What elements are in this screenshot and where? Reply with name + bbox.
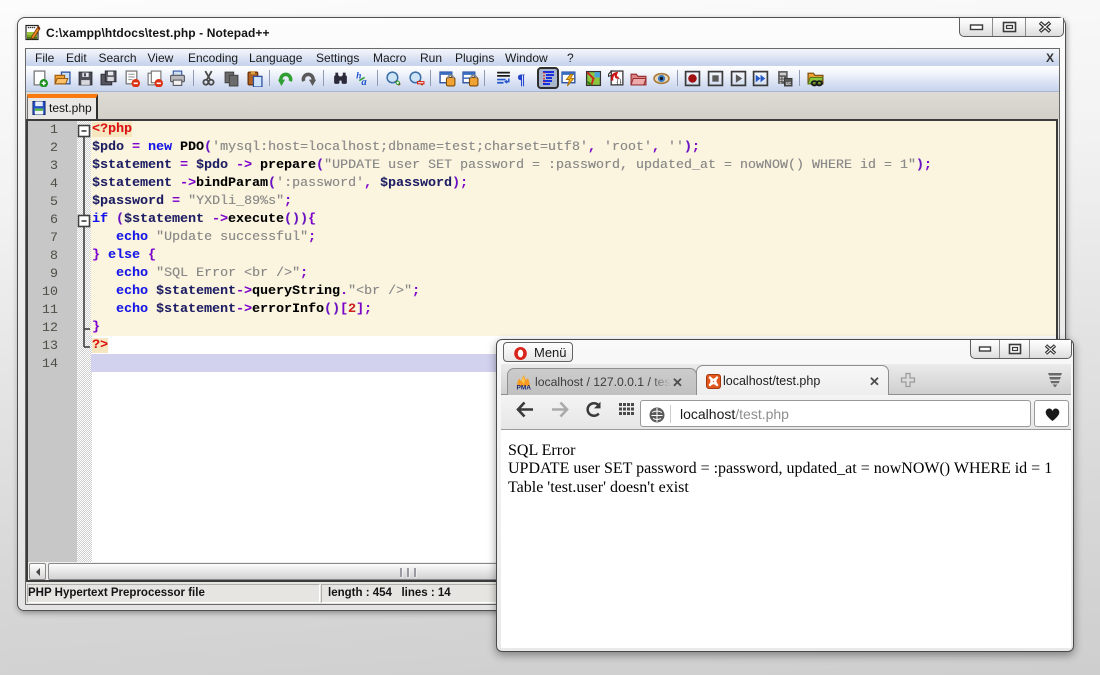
svg-text:uc: uc [786, 81, 792, 87]
svg-text:PMA: PMA [517, 385, 532, 391]
svg-text:{}: {} [617, 77, 622, 86]
svg-text:¶: ¶ [517, 72, 525, 87]
